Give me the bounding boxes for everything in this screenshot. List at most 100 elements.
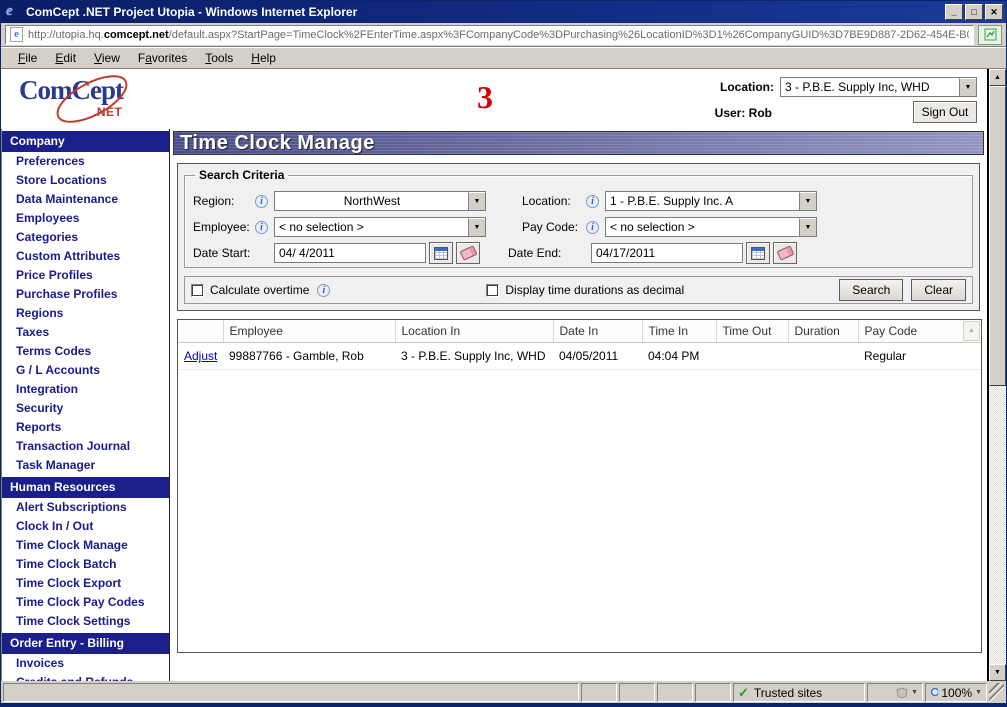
calculate-overtime-label: Calculate overtime (210, 283, 309, 297)
table-scroll-up-button[interactable]: ▲ (963, 321, 980, 341)
close-button[interactable]: ✕ (985, 4, 1003, 20)
menu-help[interactable]: Help (242, 49, 285, 67)
region-select[interactable]: NorthWest ▼ (274, 191, 486, 211)
resize-grip[interactable] (989, 683, 1004, 702)
maximize-button[interactable]: □ (965, 4, 983, 20)
sidebar-item-custom-attributes[interactable]: Custom Attributes (2, 247, 169, 266)
sidebar-item-terms-codes[interactable]: Terms Codes (2, 342, 169, 361)
search-options-row: Calculate overtime i Display time durati… (184, 276, 973, 304)
zoom-panel[interactable]: 100% ▼ (925, 683, 987, 702)
clear-button[interactable]: Clear (911, 279, 966, 301)
cell-time-out (716, 343, 788, 370)
employee-select[interactable]: < no selection > ▼ (274, 217, 486, 237)
sidebar-item-regions[interactable]: Regions (2, 304, 169, 323)
sidebar-item-price-profiles[interactable]: Price Profiles (2, 266, 169, 285)
region-value: NorthWest (275, 192, 468, 210)
menu-view[interactable]: View (85, 49, 129, 67)
cell-date-in: 04/05/2011 (553, 343, 642, 370)
col-date-in: Date In (553, 320, 642, 343)
date-end-input[interactable]: 04/17/2011 (591, 243, 743, 263)
shield-icon (896, 687, 908, 699)
sidebar-item-task-manager[interactable]: Task Manager (2, 456, 169, 475)
info-icon[interactable]: i (586, 221, 599, 234)
page-title: Time Clock Manage (173, 131, 984, 155)
cell-duration (788, 343, 858, 370)
menu-file[interactable]: File (9, 49, 46, 67)
date-start-calendar-button[interactable] (429, 242, 453, 264)
paycode-select[interactable]: < no selection > ▼ (605, 217, 817, 237)
adjust-link[interactable]: Adjust (184, 349, 217, 363)
chevron-down-icon[interactable]: ▼ (799, 192, 816, 210)
sidebar-item-store-locations[interactable]: Store Locations (2, 171, 169, 190)
calculate-overtime-checkbox[interactable] (191, 284, 204, 297)
menu-tools[interactable]: Tools (196, 49, 242, 67)
sidebar-section-human-resources[interactable]: Human Resources (2, 477, 169, 498)
sidebar-item-time-clock-pay-codes[interactable]: Time Clock Pay Codes (2, 593, 169, 612)
col-time-out: Time Out (716, 320, 788, 343)
eraser-icon (776, 245, 794, 260)
header-location-select[interactable]: 3 - P.B.E. Supply Inc, WHD ▼ (780, 77, 977, 97)
menu-bar: File Edit View Favorites Tools Help (1, 47, 1006, 69)
sidebar-item-alert-subscriptions[interactable]: Alert Subscriptions (2, 498, 169, 517)
scrollbar-thumb[interactable] (989, 86, 1006, 386)
sidebar-item-invoices[interactable]: Invoices (2, 654, 169, 673)
date-end-clear-button[interactable] (773, 242, 797, 264)
sidebar-item-gl-accounts[interactable]: G / L Accounts (2, 361, 169, 380)
sidebar-item-time-clock-manage[interactable]: Time Clock Manage (2, 536, 169, 555)
status-panel (695, 683, 731, 702)
check-icon: ✓ (738, 685, 749, 701)
sidebar-item-preferences[interactable]: Preferences (2, 152, 169, 171)
calendar-icon (434, 247, 448, 260)
web-page: ComCept .NET 3 Location: 3 - P.B.E. Supp… (1, 69, 989, 681)
address-input[interactable]: e http://utopia.hq.comcept.net/default.a… (5, 25, 974, 45)
cell-employee: 99887766 - Gamble, Rob (223, 343, 395, 370)
vertical-scrollbar[interactable]: ▲ ▼ (989, 69, 1006, 681)
go-button[interactable] (978, 25, 1002, 45)
menu-favorites[interactable]: Favorites (129, 49, 196, 67)
header-location-value: 3 - P.B.E. Supply Inc, WHD (781, 78, 959, 96)
date-start-input[interactable]: 04/ 4/2011 (274, 243, 426, 263)
sidebar-item-taxes[interactable]: Taxes (2, 323, 169, 342)
sidebar-item-credits-and-refunds[interactable]: Credits and Refunds (2, 673, 169, 681)
info-icon[interactable]: i (586, 195, 599, 208)
sidebar-item-integration[interactable]: Integration (2, 380, 169, 399)
sidebar-item-time-clock-batch[interactable]: Time Clock Batch (2, 555, 169, 574)
sidebar-section-order-entry-billing[interactable]: Order Entry - Billing (2, 633, 169, 654)
sidebar-item-employees[interactable]: Employees (2, 209, 169, 228)
location-filter-select[interactable]: 1 - P.B.E. Supply Inc. A ▼ (605, 191, 817, 211)
sidebar-item-reports[interactable]: Reports (2, 418, 169, 437)
info-icon[interactable]: i (317, 284, 330, 297)
info-icon[interactable]: i (255, 195, 268, 208)
search-criteria-fieldset: Search Criteria Region: i NorthWest ▼ Lo… (184, 168, 973, 268)
chevron-down-icon[interactable]: ▼ (911, 689, 918, 696)
chevron-down-icon[interactable]: ▼ (468, 192, 485, 210)
sidebar-item-time-clock-export[interactable]: Time Clock Export (2, 574, 169, 593)
chevron-down-icon[interactable]: ▼ (975, 689, 982, 696)
sign-out-button[interactable]: Sign Out (913, 101, 977, 123)
decimal-durations-checkbox[interactable] (486, 284, 499, 297)
search-button[interactable]: Search (839, 279, 903, 301)
chevron-down-icon[interactable]: ▼ (799, 218, 816, 236)
browser-window: e ComCept .NET Project Utopia - Windows … (0, 0, 1007, 707)
scroll-up-button[interactable]: ▲ (989, 69, 1006, 86)
status-panel (657, 683, 693, 702)
sidebar-item-transaction-journal[interactable]: Transaction Journal (2, 437, 169, 456)
comcept-logo: ComCept .NET (19, 75, 149, 123)
sidebar-item-purchase-profiles[interactable]: Purchase Profiles (2, 285, 169, 304)
scroll-down-button[interactable]: ▼ (989, 664, 1006, 681)
protected-mode-panel[interactable]: ▼ (867, 683, 923, 702)
date-start-clear-button[interactable] (456, 242, 480, 264)
sidebar-item-data-maintenance[interactable]: Data Maintenance (2, 190, 169, 209)
minimize-button[interactable]: _ (945, 4, 963, 20)
chevron-down-icon[interactable]: ▼ (468, 218, 485, 236)
date-end-calendar-button[interactable] (746, 242, 770, 264)
chevron-down-icon[interactable]: ▼ (959, 78, 976, 96)
sidebar-item-time-clock-settings[interactable]: Time Clock Settings (2, 612, 169, 631)
info-icon[interactable]: i (255, 221, 268, 234)
sidebar-section-company[interactable]: Company (2, 131, 169, 152)
menu-edit[interactable]: Edit (46, 49, 85, 67)
sidebar-item-security[interactable]: Security (2, 399, 169, 418)
sidebar-item-clock-in-out[interactable]: Clock In / Out (2, 517, 169, 536)
url-text: http://utopia.hq.comcept.net/default.asp… (28, 29, 969, 41)
sidebar-item-categories[interactable]: Categories (2, 228, 169, 247)
